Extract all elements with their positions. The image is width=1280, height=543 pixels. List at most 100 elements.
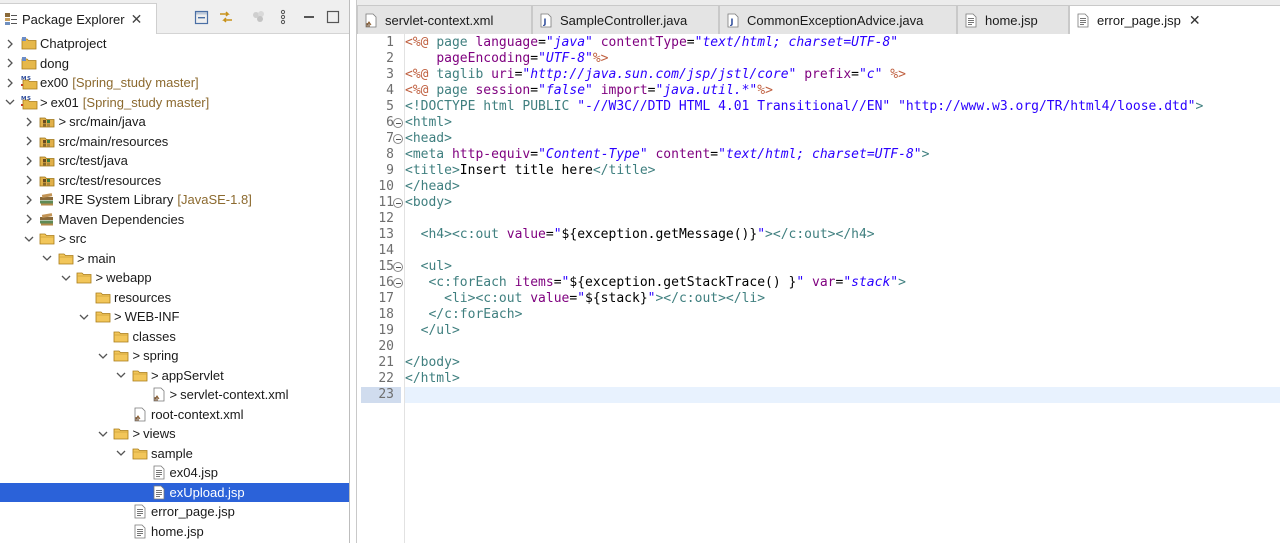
- package-explorer-tab[interactable]: Package Explorer ✕: [0, 3, 157, 34]
- fold-collapse-icon[interactable]: [393, 134, 403, 144]
- code-line[interactable]: [405, 211, 1280, 227]
- code-token: =: [553, 275, 562, 290]
- tree-item[interactable]: > appServlet: [0, 366, 349, 386]
- chevron-down-icon[interactable]: [115, 447, 127, 459]
- editor-tab[interactable]: servlet-context.xml: [357, 5, 532, 34]
- tree-item[interactable]: > WEB-INF: [0, 307, 349, 327]
- editor-tab[interactable]: J SampleController.java: [532, 5, 719, 34]
- minimize-icon[interactable]: [301, 9, 317, 25]
- chevron-right-icon[interactable]: [23, 135, 35, 147]
- chevron-right-icon[interactable]: [4, 38, 16, 50]
- tree-item[interactable]: exUpload.jsp: [0, 482, 349, 502]
- tree-item[interactable]: home.jsp: [0, 522, 349, 542]
- collapse-all-icon[interactable]: [193, 9, 209, 25]
- tree-item[interactable]: src/test/resources: [0, 171, 349, 191]
- tree-item[interactable]: classes: [0, 327, 349, 347]
- tree-item[interactable]: dong: [0, 54, 349, 74]
- code-line[interactable]: [405, 243, 1280, 259]
- code-line[interactable]: <%@ taglib uri = "http://java.sun.com/jsp/…: [405, 67, 1280, 83]
- tree-item-prefix: >: [114, 309, 122, 325]
- tree-item[interactable]: JRE System Library [JavaSE-1.8]: [0, 190, 349, 210]
- chevron-right-icon[interactable]: [23, 194, 35, 206]
- close-icon[interactable]: ✕: [1189, 12, 1201, 29]
- code-line[interactable]: pageEncoding="UTF-8"%>: [405, 51, 1280, 67]
- tree-item[interactable]: > webapp: [0, 268, 349, 288]
- fold-collapse-icon[interactable]: [393, 198, 403, 208]
- chevron-right-icon[interactable]: [4, 57, 16, 69]
- tree-item[interactable]: Chatproject: [0, 34, 349, 54]
- code-line[interactable]: </ul>: [405, 323, 1280, 339]
- tree-item[interactable]: ex04.jsp: [0, 463, 349, 483]
- code-token: "c": [858, 67, 883, 82]
- code-editor[interactable]: 1 2 3 4 5 6 7 8 9 10 11 12 13 14 15 16 17 18 19 20 21 22 23 <%…: [357, 34, 1280, 543]
- code-line[interactable]: <!DOCTYPE html PUBLIC "-//W3C//DTD HTML …: [405, 99, 1280, 115]
- link-with-editor-icon[interactable]: [218, 9, 234, 25]
- tree-item[interactable]: root-context.xml: [0, 405, 349, 425]
- close-icon[interactable]: ✕: [131, 11, 143, 28]
- view-menu-icon[interactable]: [275, 9, 291, 25]
- tree-item[interactable]: > src/main/java: [0, 112, 349, 132]
- tree-item[interactable]: src/main/resources: [0, 132, 349, 152]
- tree-item[interactable]: > views: [0, 424, 349, 444]
- code-line[interactable]: <html>: [405, 115, 1280, 131]
- chevron-down-icon[interactable]: [97, 428, 109, 440]
- line-number: 9: [386, 163, 394, 178]
- code-line[interactable]: </html>: [405, 371, 1280, 387]
- tree-item[interactable]: Maven Dependencies: [0, 210, 349, 230]
- chevron-down-icon[interactable]: [41, 252, 53, 264]
- chevron-right-icon[interactable]: [23, 174, 35, 186]
- tree-item[interactable]: resources: [0, 288, 349, 308]
- code-line[interactable]: <ul>: [405, 259, 1280, 275]
- code-line[interactable]: <title>Insert title here</title>: [405, 163, 1280, 179]
- editor-tab[interactable]: error_page.jsp ✕: [1069, 5, 1280, 35]
- tree-item[interactable]: > src: [0, 229, 349, 249]
- fold-collapse-icon[interactable]: [393, 278, 403, 288]
- tree-item[interactable]: M S > ex01 [Spring_study master]: [0, 93, 349, 113]
- code-line[interactable]: </body>: [405, 355, 1280, 371]
- tree-item[interactable]: > spring: [0, 346, 349, 366]
- tree-item[interactable]: M Sex00 [Spring_study master]: [0, 73, 349, 93]
- chevron-right-icon[interactable]: [4, 77, 16, 89]
- tree-item[interactable]: error_page.jsp: [0, 502, 349, 522]
- tree-item[interactable]: sample: [0, 444, 349, 464]
- tree-item[interactable]: > servlet-context.xml: [0, 385, 349, 405]
- chevron-down-icon[interactable]: [97, 350, 109, 362]
- code-line[interactable]: </c:forEach>: [405, 307, 1280, 323]
- code-token: import: [600, 83, 648, 98]
- filter-icon[interactable]: [251, 9, 267, 25]
- chevron-right-icon[interactable]: [23, 155, 35, 167]
- code-line[interactable]: [405, 339, 1280, 355]
- code-line[interactable]: <c:forEach items= "${exception.getStackTr…: [405, 275, 1280, 291]
- chevron-down-icon[interactable]: [60, 272, 72, 284]
- code-line[interactable]: <li><c:out value="${stack}"></c:out></li…: [405, 291, 1280, 307]
- code-line[interactable]: <h4><c:out value="${exception.getMessage…: [405, 227, 1280, 243]
- jsp-file-icon: [150, 484, 168, 500]
- code-line[interactable]: <meta http-equiv="Content-Type" content=…: [405, 147, 1280, 163]
- chevron-right-icon[interactable]: [23, 213, 35, 225]
- maximize-icon[interactable]: [325, 9, 341, 25]
- editor-tab[interactable]: J CommonExceptionAdvice.java: [719, 5, 957, 34]
- tree-item[interactable]: src/test/java: [0, 151, 349, 171]
- chevron-down-icon[interactable]: [115, 369, 127, 381]
- code-line[interactable]: <%@ page session="false" import="java.ut…: [405, 83, 1280, 99]
- code-line[interactable]: <body>: [405, 195, 1280, 211]
- tree-item-label: main: [87, 250, 116, 266]
- code-line[interactable]: [405, 387, 1280, 403]
- fold-collapse-icon[interactable]: [393, 118, 403, 128]
- chevron-down-icon[interactable]: [23, 233, 35, 245]
- editor-tab[interactable]: home.jsp: [957, 5, 1069, 34]
- jsp-file-icon: [964, 12, 978, 28]
- code-token: <!DOCTYPE html PUBLIC: [405, 99, 578, 114]
- code-line[interactable]: </head>: [405, 179, 1280, 195]
- tree-item[interactable]: > main: [0, 249, 349, 269]
- chevron-down-icon[interactable]: [78, 311, 90, 323]
- code-line[interactable]: <%@ page language="java" contentType="te…: [405, 35, 1280, 51]
- editor-tab-label: error_page.jsp: [1097, 13, 1181, 28]
- code-text[interactable]: <%@ page language="java" contentType="te…: [405, 34, 1280, 543]
- chevron-down-icon[interactable]: [4, 96, 16, 108]
- code-line[interactable]: <head>: [405, 131, 1280, 147]
- fold-collapse-icon[interactable]: [393, 262, 403, 272]
- chevron-right-icon[interactable]: [23, 116, 35, 128]
